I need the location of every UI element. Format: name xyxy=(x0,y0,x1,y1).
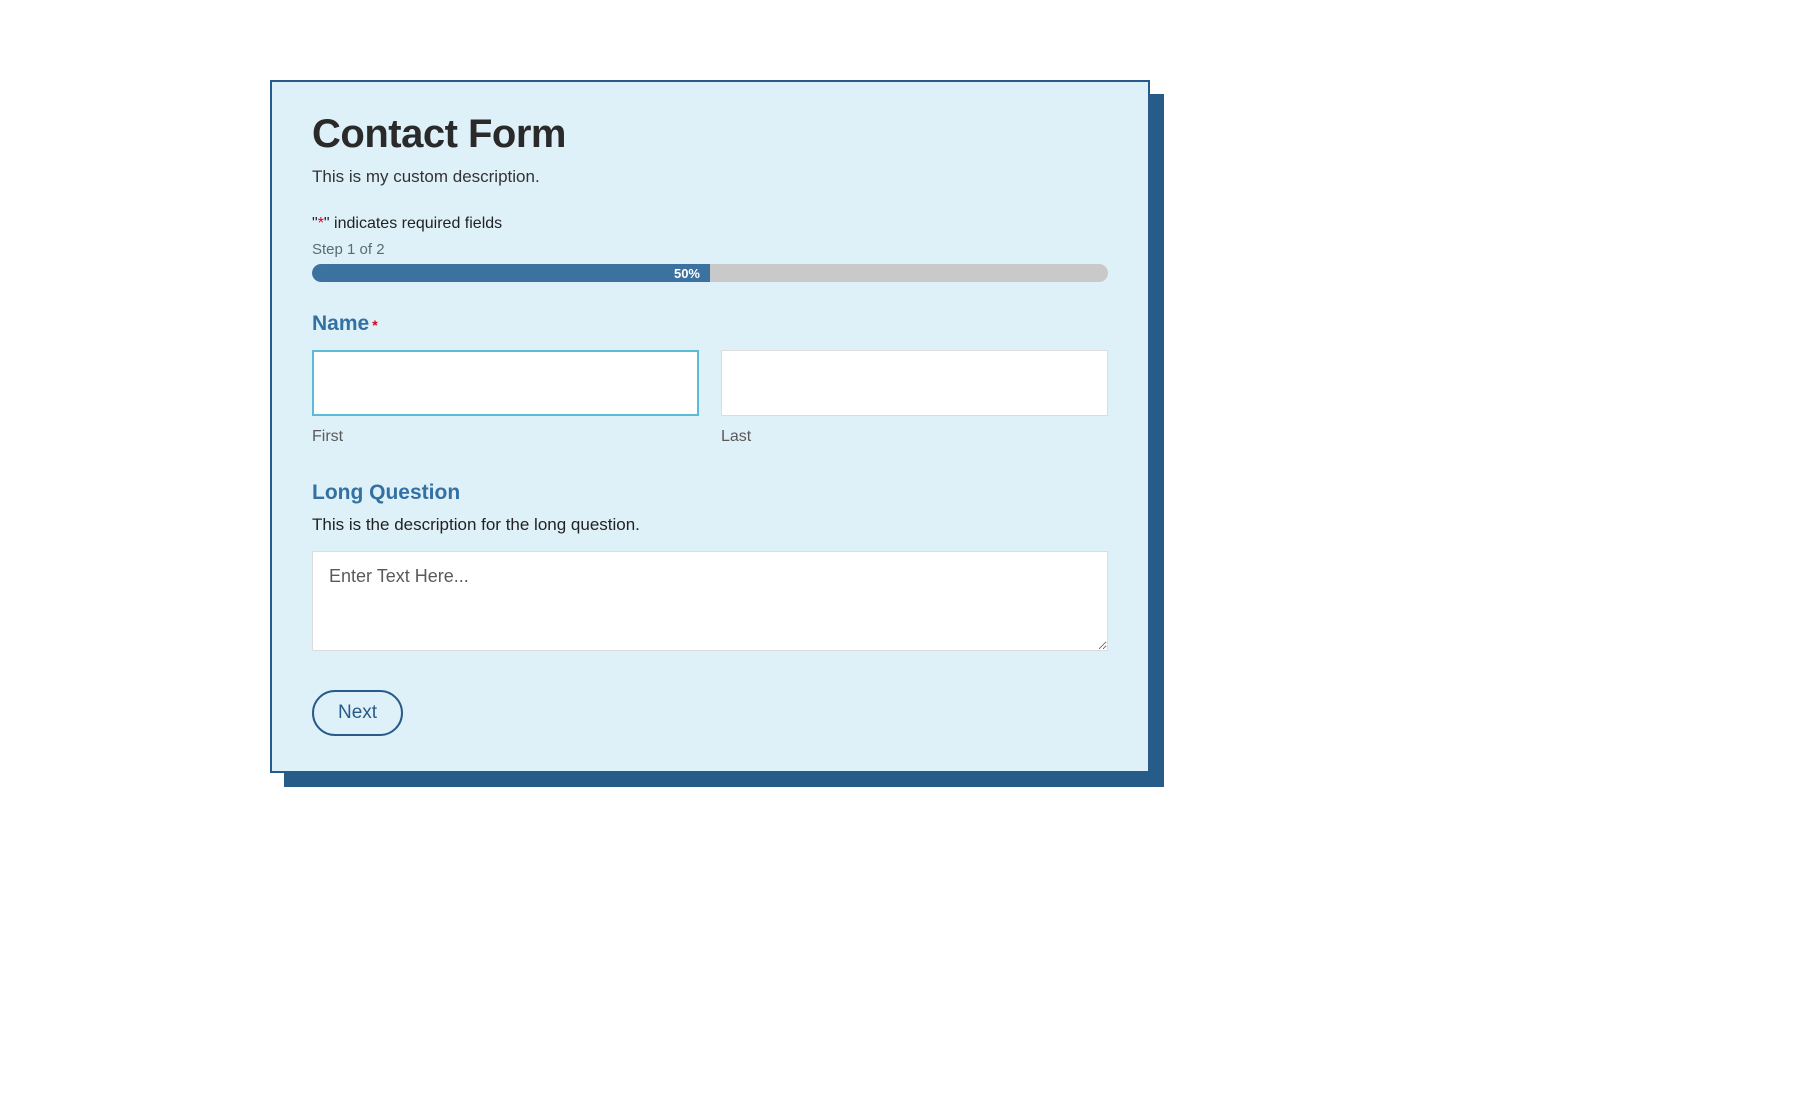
long-question-description: This is the description for the long que… xyxy=(312,515,1108,535)
required-note-suffix: " indicates required fields xyxy=(324,215,502,232)
last-name-input[interactable] xyxy=(721,350,1108,416)
name-row: First Last xyxy=(312,350,1108,446)
required-asterisk-icon: * xyxy=(372,317,377,333)
last-name-sublabel: Last xyxy=(721,428,1108,446)
long-question-textarea[interactable] xyxy=(312,551,1108,651)
form-title: Contact Form xyxy=(312,112,1108,157)
progress-bar: 50% xyxy=(312,264,1108,282)
first-name-col: First xyxy=(312,350,699,446)
progress-fill: 50% xyxy=(312,264,710,282)
name-field-label: Name * xyxy=(312,312,1108,336)
step-label: Step 1 of 2 xyxy=(312,241,1108,258)
name-label-text: Name xyxy=(312,312,369,336)
contact-form-card: Contact Form This is my custom descripti… xyxy=(270,80,1150,773)
first-name-input[interactable] xyxy=(312,350,699,416)
last-name-col: Last xyxy=(721,350,1108,446)
form-description: This is my custom description. xyxy=(312,167,1108,187)
progress-text: 50% xyxy=(674,266,700,281)
long-question-label-text: Long Question xyxy=(312,481,460,505)
required-fields-note: "*" indicates required fields xyxy=(312,215,1108,233)
next-button[interactable]: Next xyxy=(312,690,403,736)
first-name-sublabel: First xyxy=(312,428,699,446)
long-question-label: Long Question xyxy=(312,481,1108,505)
